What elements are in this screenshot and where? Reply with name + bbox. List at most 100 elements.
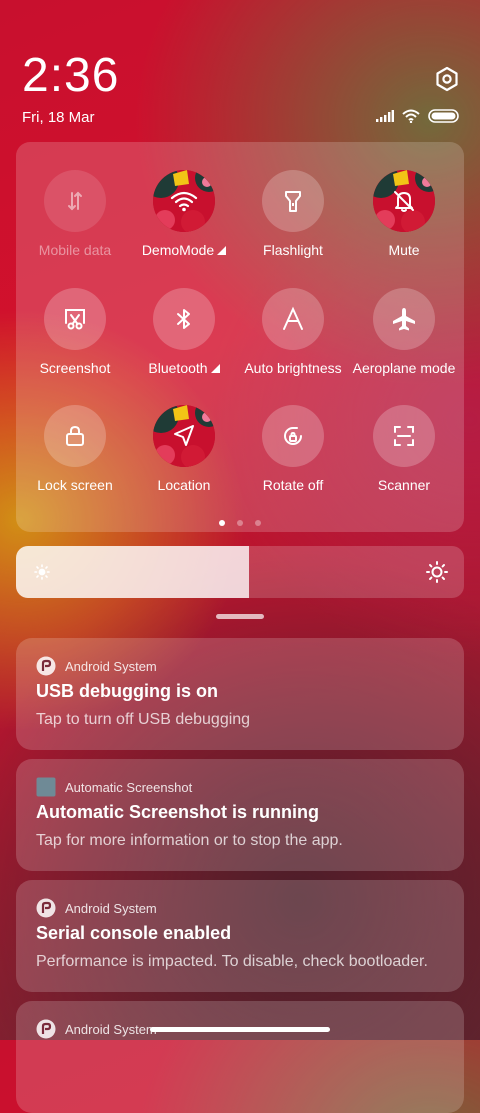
- battery-icon: [428, 109, 459, 123]
- tile-button[interactable]: [373, 288, 435, 350]
- quick-settings-panel: Mobile data DemoMode Flashlight Mute Screens…: [16, 142, 464, 532]
- tile-button[interactable]: [153, 405, 215, 467]
- tile-lock-screen[interactable]: Lock screen: [20, 405, 130, 493]
- tile-button[interactable]: [373, 170, 435, 232]
- tile-label-text: Flashlight: [263, 242, 323, 258]
- tile-location[interactable]: Location: [129, 405, 239, 493]
- tile-label-text: Mute: [388, 242, 420, 258]
- tile-demomode[interactable]: DemoMode: [129, 170, 239, 258]
- clock: 2:36: [22, 49, 120, 102]
- tile-label: Mobile data: [20, 242, 130, 258]
- brightness-slider[interactable]: [16, 546, 464, 598]
- tile-screenshot[interactable]: Screenshot: [20, 288, 130, 376]
- tile-button[interactable]: [153, 170, 215, 232]
- notification-card[interactable]: Android System Serial console enabled Perf…: [16, 880, 464, 992]
- tile-label-text: Mobile data: [38, 242, 112, 258]
- tile-button[interactable]: [44, 405, 106, 467]
- brightness-fill: [16, 546, 249, 598]
- notification-app-name: Automatic Screenshot: [65, 779, 193, 795]
- tile-button[interactable]: [153, 288, 215, 350]
- tile-button[interactable]: [44, 288, 106, 350]
- tile-label: Screenshot: [20, 360, 130, 376]
- tile-label-text: Screenshot: [39, 360, 111, 376]
- page-dot: [219, 520, 225, 526]
- notification-app: Android System: [36, 898, 157, 918]
- expand-indicator-icon: [217, 246, 227, 255]
- rotate-lock-icon: [280, 423, 306, 449]
- airplane-icon: [391, 306, 417, 332]
- notification-app-name: Android System: [65, 658, 157, 674]
- bell-off-icon: [391, 188, 417, 214]
- tile-label: Bluetooth: [129, 360, 239, 376]
- notification-app: Automatic Screenshot: [36, 777, 192, 797]
- tile-button[interactable]: [262, 405, 324, 467]
- expand-indicator-icon: [210, 364, 220, 373]
- settings-icon[interactable]: [434, 66, 460, 92]
- screenshot-icon: [62, 306, 88, 332]
- tile-label-text: Auto brightness: [244, 360, 342, 376]
- notification-app-name: Android System: [65, 1021, 157, 1037]
- wifi-icon: [170, 190, 198, 212]
- app-icon: [36, 777, 56, 797]
- auto-brightness-icon: [280, 306, 306, 332]
- tile-rotate-off[interactable]: Rotate off: [238, 405, 348, 493]
- brightness-low-icon: [34, 564, 50, 580]
- notification-title: USB debugging is on: [36, 681, 218, 701]
- page-dot: [255, 520, 261, 526]
- tile-scanner[interactable]: Scanner: [349, 405, 459, 493]
- tile-bluetooth[interactable]: Bluetooth: [129, 288, 239, 376]
- gesture-bar[interactable]: [150, 1027, 330, 1032]
- tile-label-text: Scanner: [377, 477, 431, 493]
- tile-button[interactable]: [44, 170, 106, 232]
- tile-label: Rotate off: [238, 477, 348, 493]
- tile-button[interactable]: [262, 170, 324, 232]
- notification-title: Serial console enabled: [36, 923, 232, 943]
- notification-body: Tap to turn off USB debugging: [36, 711, 251, 728]
- notification-card[interactable]: Android System: [16, 1001, 464, 1113]
- tile-label: DemoMode: [129, 242, 239, 258]
- scanner-icon: [391, 423, 417, 449]
- notification-card[interactable]: Automatic Screenshot Automatic Screenshot…: [16, 759, 464, 871]
- page-indicator: [16, 520, 464, 526]
- brightness-high-icon: [426, 561, 448, 583]
- tile-label-text: Rotate off: [262, 477, 324, 493]
- wifi-status-icon: [402, 109, 420, 123]
- notification-card[interactable]: Android System USB debugging is on Tap to …: [16, 638, 464, 750]
- bluetooth-icon: [173, 306, 195, 332]
- android-system-icon: [36, 898, 56, 918]
- flashlight-icon: [281, 188, 305, 214]
- notification-body: Performance is impacted. To disable, che…: [36, 953, 428, 970]
- tile-label-text: Bluetooth: [148, 360, 208, 376]
- lock-icon: [63, 423, 87, 449]
- notification-app: Android System: [36, 656, 157, 676]
- tile-auto-brightness[interactable]: Auto brightness: [238, 288, 348, 376]
- notification-title: Automatic Screenshot is running: [36, 802, 320, 822]
- tile-label-text: DemoMode: [141, 242, 215, 258]
- page-dot: [237, 520, 243, 526]
- tile-label-text: Lock screen: [37, 477, 113, 493]
- notification-body: Tap for more information or to stop the …: [36, 832, 343, 849]
- tile-label: Mute: [349, 242, 459, 258]
- tile-label: Flashlight: [238, 242, 348, 258]
- tile-label-text: Location: [157, 477, 211, 493]
- tile-mute[interactable]: Mute: [349, 170, 459, 258]
- tile-mobile-data[interactable]: Mobile data: [20, 170, 130, 258]
- tile-label: Aeroplane mode: [349, 360, 459, 376]
- notification-app: Android System: [36, 1019, 157, 1039]
- tile-label: Lock screen: [20, 477, 130, 493]
- android-system-icon: [36, 656, 56, 676]
- tile-label-text: Aeroplane mode: [352, 360, 456, 376]
- tile-aeroplane-mode[interactable]: Aeroplane mode: [349, 288, 459, 376]
- tile-button[interactable]: [373, 405, 435, 467]
- location-icon: [171, 423, 197, 449]
- tile-button[interactable]: [262, 288, 324, 350]
- date: Fri, 18 Mar: [22, 109, 95, 126]
- tile-label: Location: [129, 477, 239, 493]
- android-system-icon: [36, 1019, 56, 1039]
- notification-app-name: Android System: [65, 900, 157, 916]
- status-icons: [376, 109, 460, 123]
- tile-flashlight[interactable]: Flashlight: [238, 170, 348, 258]
- tile-label: Scanner: [349, 477, 459, 493]
- tile-label: Auto brightness: [238, 360, 348, 376]
- drag-handle[interactable]: [216, 614, 264, 619]
